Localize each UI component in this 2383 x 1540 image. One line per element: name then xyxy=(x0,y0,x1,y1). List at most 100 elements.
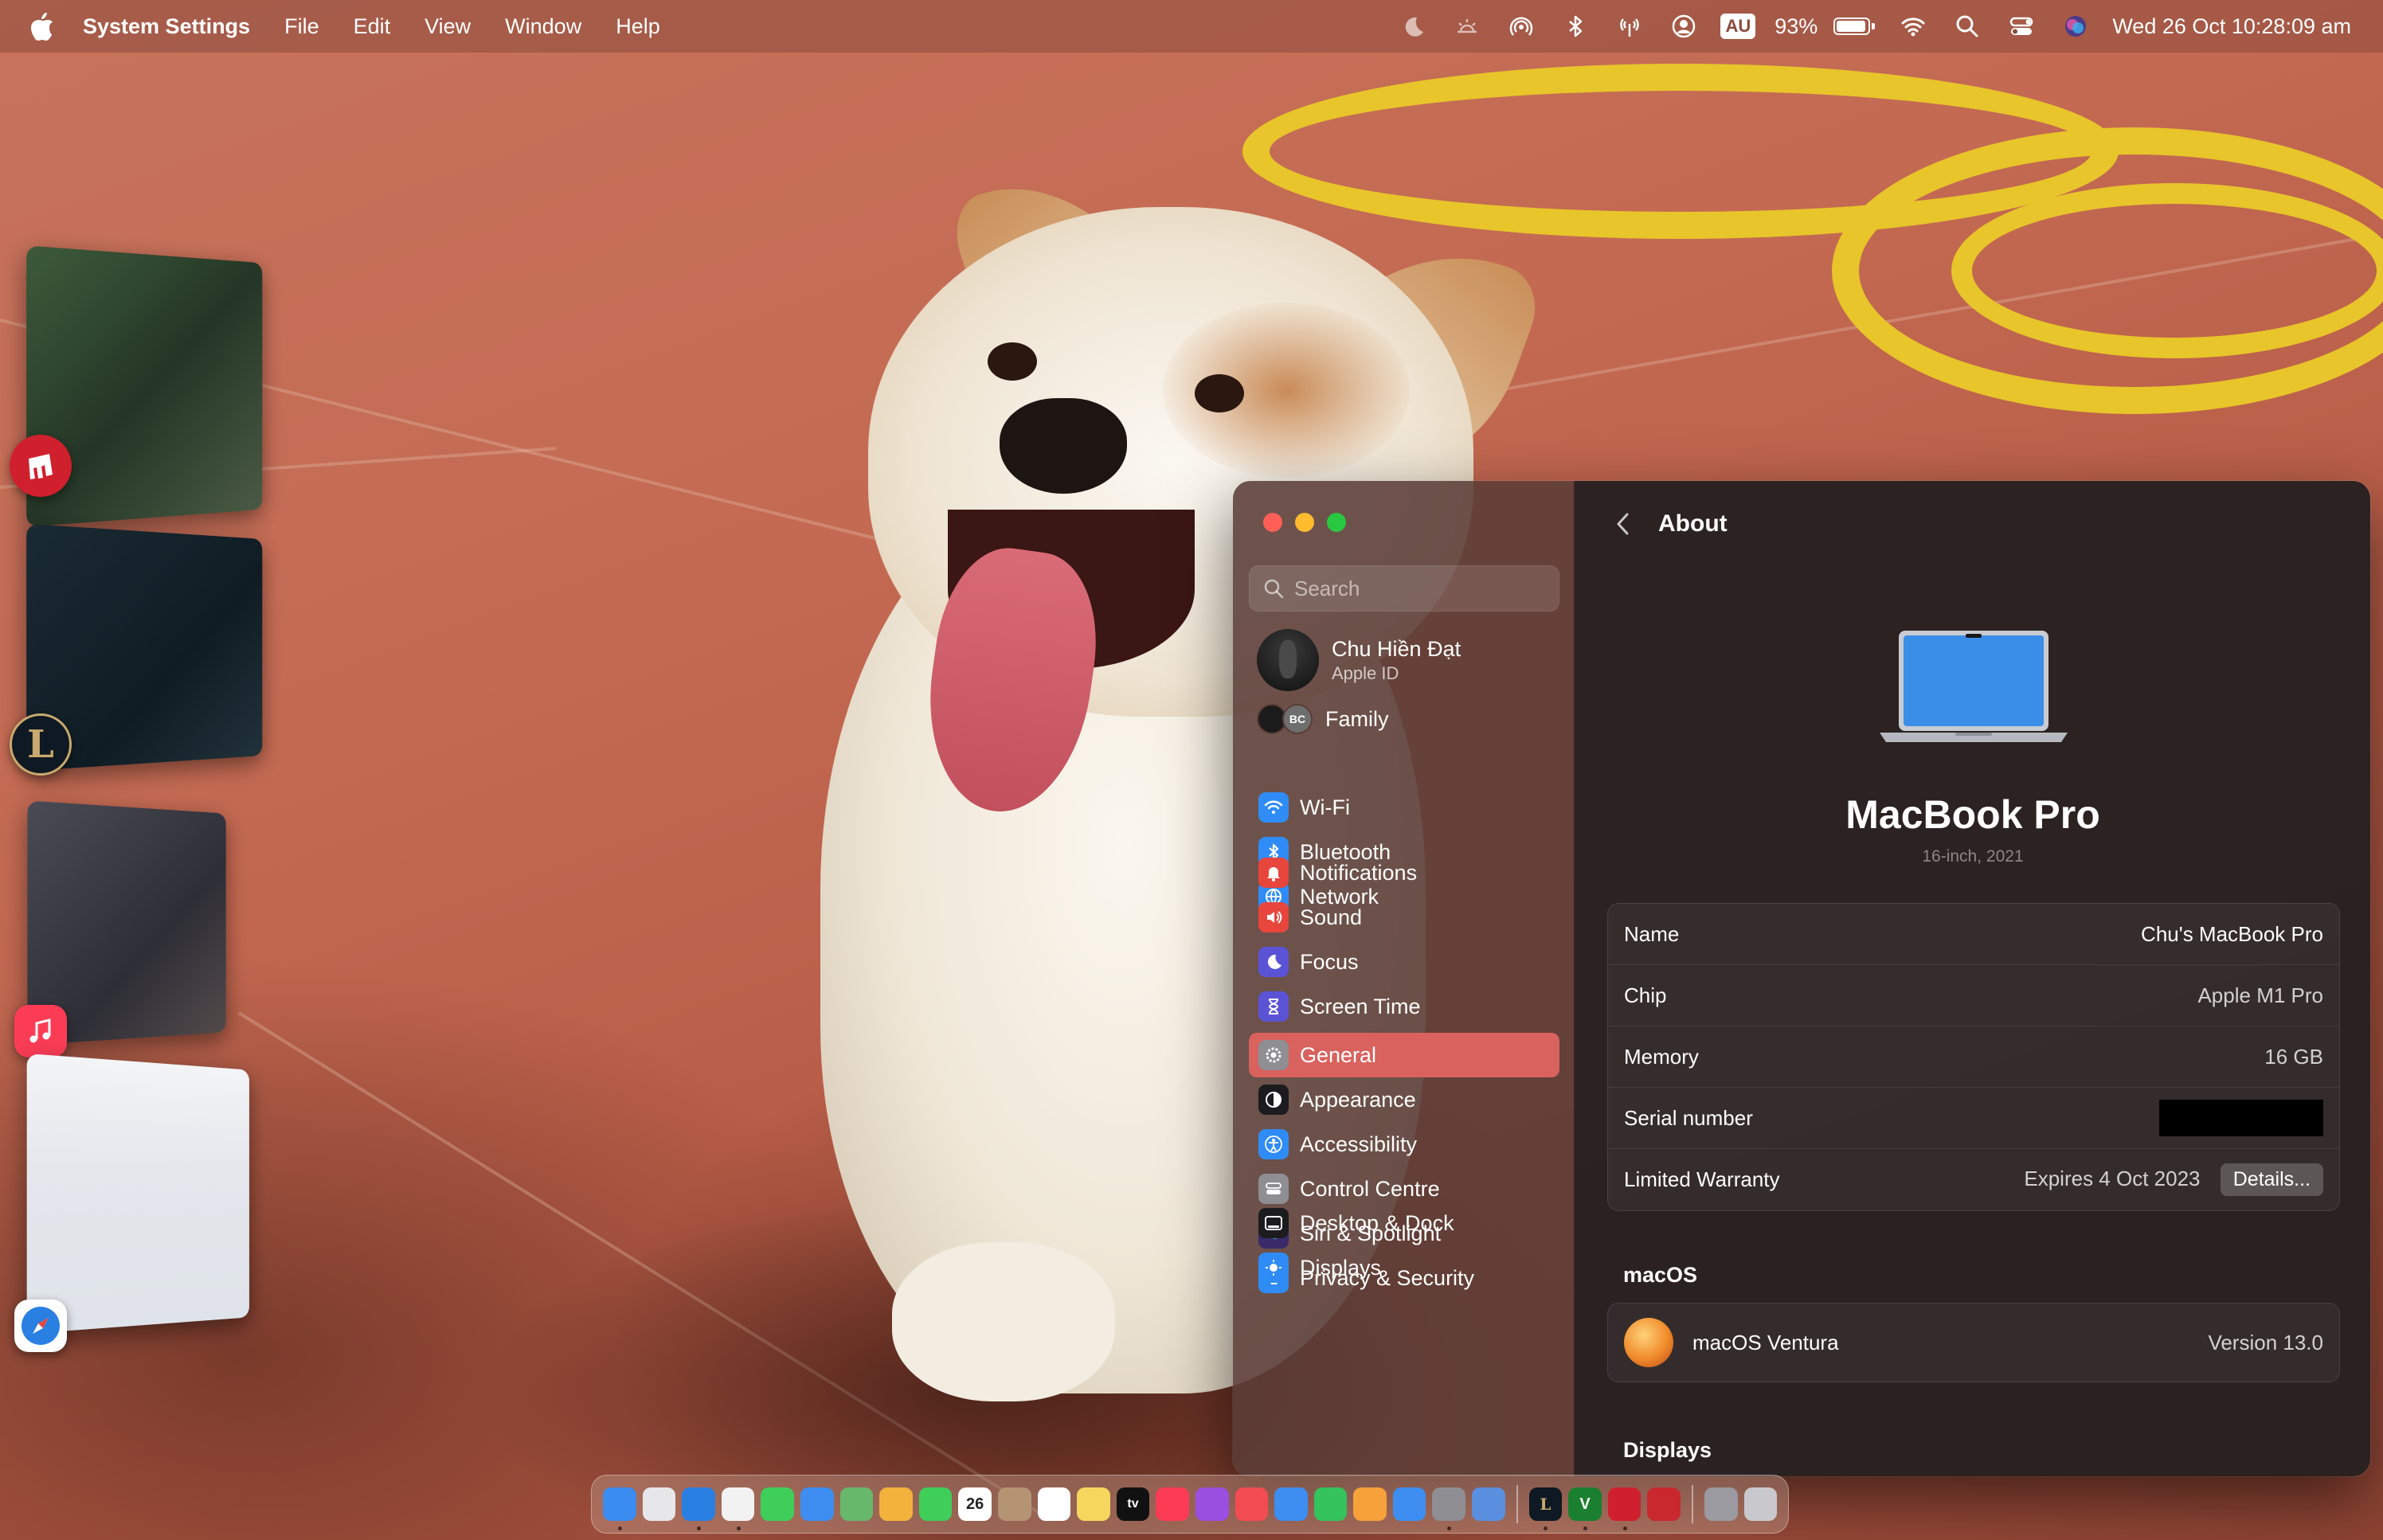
close-window-button[interactable] xyxy=(1263,513,1282,532)
airplay-antenna-icon[interactable] xyxy=(1614,10,1645,42)
chrome-icon[interactable] xyxy=(721,1487,755,1530)
app-store-icon[interactable] xyxy=(1392,1487,1426,1521)
sidebar-item-desktop-dock[interactable]: Desktop & Dock xyxy=(1249,1201,1559,1245)
bluetooth-status-icon[interactable] xyxy=(1559,10,1591,42)
podcasts-icon[interactable] xyxy=(1195,1487,1229,1521)
sidebar-item-label: Wi-Fi xyxy=(1300,795,1350,819)
night-shift-icon[interactable] xyxy=(1451,10,1483,42)
info-row-memory: Memory 16 GB xyxy=(1608,1026,2339,1088)
sidebar-item-screen-time[interactable]: Screen Time xyxy=(1249,984,1559,1029)
riot-client-icon[interactable] xyxy=(1607,1487,1641,1530)
contacts-icon[interactable] xyxy=(997,1487,1031,1521)
menu-view[interactable]: View xyxy=(425,14,471,39)
input-source-badge[interactable]: AU xyxy=(1720,14,1756,39)
running-indicator xyxy=(1622,1526,1627,1530)
battery-status[interactable]: 93% xyxy=(1765,14,1876,39)
music-icon[interactable] xyxy=(1156,1487,1189,1521)
apple-menu-icon[interactable] xyxy=(0,12,83,41)
vim-icon[interactable]: V xyxy=(1568,1487,1602,1530)
siri-icon[interactable] xyxy=(2060,10,2091,42)
sidebar-item-wi-fi[interactable]: Wi-Fi xyxy=(1249,785,1559,830)
sidebar-item-focus[interactable]: Focus xyxy=(1249,940,1559,984)
league-of-legends-icon[interactable]: L xyxy=(1528,1487,1563,1530)
notes-icon[interactable] xyxy=(1077,1487,1110,1521)
keynote-icon[interactable] xyxy=(1274,1487,1308,1521)
mail-icon[interactable] xyxy=(800,1487,834,1521)
photos-icon[interactable] xyxy=(879,1487,913,1521)
sidebar-item-appearance[interactable]: Appearance xyxy=(1249,1077,1559,1122)
launchpad-icon[interactable] xyxy=(642,1487,676,1521)
trash-icon[interactable] xyxy=(1743,1487,1778,1521)
vim-logo-letter: V xyxy=(1579,1495,1591,1513)
stage-thumb-safari[interactable] xyxy=(26,1053,249,1334)
macos-card[interactable]: macOS Ventura Version 13.0 xyxy=(1607,1303,2340,1382)
music-app-icon[interactable] xyxy=(14,1005,67,1057)
user-account-icon[interactable] xyxy=(1668,10,1700,42)
numbers-icon[interactable] xyxy=(1313,1487,1348,1521)
apple-id-profile[interactable]: Chu Hiền Đạt Apple ID xyxy=(1257,629,1461,691)
league-of-legends-icon[interactable]: L xyxy=(10,713,72,776)
running-indicator xyxy=(736,1526,741,1530)
computer-name-value[interactable]: Chu's MacBook Pro xyxy=(2141,922,2323,947)
minimize-window-button[interactable] xyxy=(1295,513,1314,532)
menu-window[interactable]: Window xyxy=(505,14,581,39)
safari-icon[interactable] xyxy=(682,1487,715,1530)
warranty-details-button[interactable]: Details... xyxy=(2220,1163,2323,1196)
league-logo-letter: L xyxy=(27,722,54,767)
photo-booth-icon[interactable] xyxy=(1647,1487,1681,1521)
sidebar-item-family[interactable]: BC Family xyxy=(1257,704,1389,734)
sidebar-item-displays[interactable]: Displays xyxy=(1249,1245,1559,1290)
sidebar-item-label: Screen Time xyxy=(1300,994,1421,1018)
displays-section-title: Displays xyxy=(1623,1438,1712,1462)
running-indicator xyxy=(617,1526,622,1530)
system-settings-icon[interactable] xyxy=(1432,1487,1466,1530)
maps-icon[interactable] xyxy=(839,1487,874,1521)
finder-icon[interactable] xyxy=(603,1487,636,1530)
riot-client-icon[interactable] xyxy=(10,435,72,497)
chevron-left-icon xyxy=(1617,513,1629,535)
focus-moon-icon[interactable] xyxy=(1397,10,1429,42)
info-label: Memory xyxy=(1624,1044,1699,1069)
window-controls xyxy=(1263,513,1359,532)
apple-tv-icon[interactable]: tv xyxy=(1116,1487,1150,1521)
accessibility-icon xyxy=(1258,1129,1289,1159)
sidebar-search[interactable] xyxy=(1249,565,1559,612)
control-centre-icon[interactable] xyxy=(2005,10,2037,42)
menu-app-name[interactable]: System Settings xyxy=(83,14,250,39)
messages-icon[interactable] xyxy=(761,1487,794,1521)
safari-app-icon[interactable] xyxy=(14,1300,67,1352)
gear-icon xyxy=(1258,1040,1289,1070)
menu-file[interactable]: File xyxy=(284,14,319,39)
calendar-icon[interactable]: 26 xyxy=(958,1487,992,1521)
control-centre-icon xyxy=(1258,1174,1289,1204)
info-row-chip: Chip Apple M1 Pro xyxy=(1608,965,2339,1026)
downloads-folder-icon[interactable] xyxy=(1704,1487,1738,1521)
news-icon[interactable] xyxy=(1235,1487,1269,1521)
sidebar-item-general[interactable]: General xyxy=(1249,1033,1559,1077)
settings-sidebar: Chu Hiền Đạt Apple ID BC Family Wi-FiBlu… xyxy=(1233,481,1575,1476)
spotlight-search-icon[interactable] xyxy=(1951,10,1983,42)
zoom-window-button[interactable] xyxy=(1327,513,1346,532)
profile-subtitle: Apple ID xyxy=(1332,663,1399,683)
menu-help[interactable]: Help xyxy=(616,14,660,39)
info-row-name: Name Chu's MacBook Pro xyxy=(1608,904,2339,965)
reminders-icon[interactable] xyxy=(1037,1487,1071,1521)
search-input[interactable] xyxy=(1294,576,1533,601)
airdrop-icon[interactable] xyxy=(1505,10,1537,42)
family-label: Family xyxy=(1325,706,1389,731)
menu-edit[interactable]: Edit xyxy=(354,14,391,39)
info-label: Serial number xyxy=(1624,1105,1753,1130)
dock-separator xyxy=(1692,1485,1693,1523)
preview-icon[interactable] xyxy=(1472,1487,1505,1521)
pages-icon[interactable] xyxy=(1353,1487,1387,1521)
facetime-icon[interactable] xyxy=(918,1487,953,1521)
info-label: Name xyxy=(1624,921,1680,946)
macos-version: Version 13.0 xyxy=(2208,1330,2323,1354)
family-avatar-2: BC xyxy=(1282,704,1313,734)
back-button[interactable] xyxy=(1607,508,1639,540)
sidebar-item-accessibility[interactable]: Accessibility xyxy=(1249,1122,1559,1167)
sidebar-item-notifications[interactable]: Notifications xyxy=(1249,850,1559,895)
menu-clock[interactable]: Wed 26 Oct 10:28:09 am xyxy=(2112,14,2351,39)
wifi-status-icon[interactable] xyxy=(1897,10,1929,42)
sidebar-item-sound[interactable]: Sound xyxy=(1249,895,1559,940)
